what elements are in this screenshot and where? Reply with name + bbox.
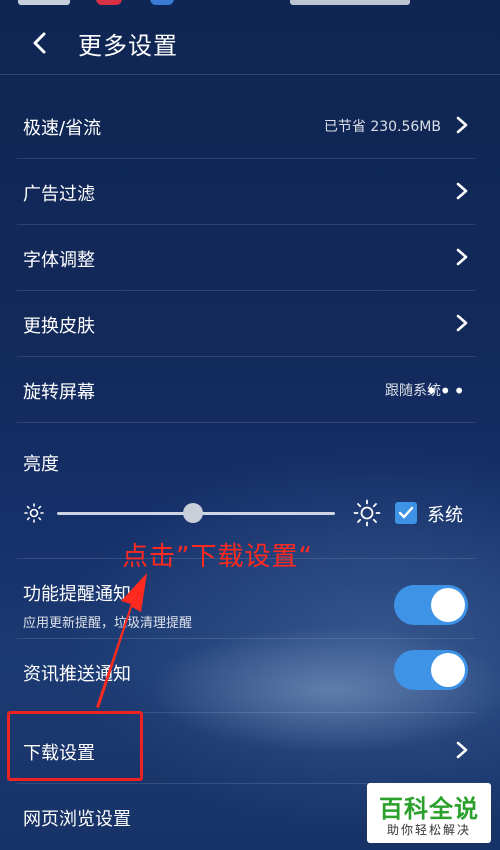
page-title: 更多设置 [78,32,178,60]
row-label: 极速/省流 [23,118,102,139]
toggle-knob [431,588,465,622]
chevron-right-icon [456,248,468,266]
row-rotate-screen[interactable]: 旋转屏幕 跟随系统 ••• [17,356,475,423]
row-sublabel: 应用更新提醒，垃圾清理提醒 [23,616,193,631]
toggle-knob [431,653,465,687]
watermark-title: 百科全说 [379,795,479,823]
status-bar [0,0,500,14]
brightness-slider[interactable] [57,503,335,523]
row-label: 功能提醒通知 [23,584,131,605]
system-brightness-label: 系统 [427,505,463,526]
watermark-subtitle: 助你轻松解决 [386,823,471,837]
header: 更多设置 [0,14,500,76]
chevron-right-icon [456,314,468,332]
row-label: 更换皮肤 [23,316,95,337]
highlight-box [7,711,143,781]
header-divider [0,74,500,75]
row-font-adjust[interactable]: 字体调整 [17,224,475,291]
row-speed-mode[interactable]: 极速/省流 已节省 230.56MB [17,92,475,159]
row-label: 资讯推送通知 [23,664,131,685]
row-ad-filter[interactable]: 广告过滤 [17,158,475,225]
feature-notification-toggle[interactable] [394,585,468,625]
check-icon [398,506,414,519]
row-value: 已节省 230.56MB [323,119,441,135]
watermark-logo: 百科全说 助你轻松解决 [367,783,491,843]
brightness-label: 亮度 [23,454,59,475]
back-icon[interactable] [26,28,56,58]
chevron-right-icon [456,741,468,759]
news-push-toggle[interactable] [394,650,468,690]
row-label: 网页浏览设置 [23,809,131,830]
row-change-skin[interactable]: 更换皮肤 [17,290,475,357]
row-label: 字体调整 [23,250,95,271]
slider-thumb[interactable] [183,503,204,523]
brightness-low-icon [24,503,44,523]
more-dots-icon[interactable]: ••• [426,379,467,403]
annotation-text: 点击”下载设置“ [122,542,313,572]
row-label: 旋转屏幕 [23,382,95,403]
brightness-high-icon [353,499,381,527]
system-brightness-checkbox[interactable] [395,502,417,524]
chevron-right-icon [456,182,468,200]
row-news-push: 资讯推送通知 [17,638,475,713]
chevron-right-icon [456,116,468,134]
row-label: 广告过滤 [23,184,95,205]
